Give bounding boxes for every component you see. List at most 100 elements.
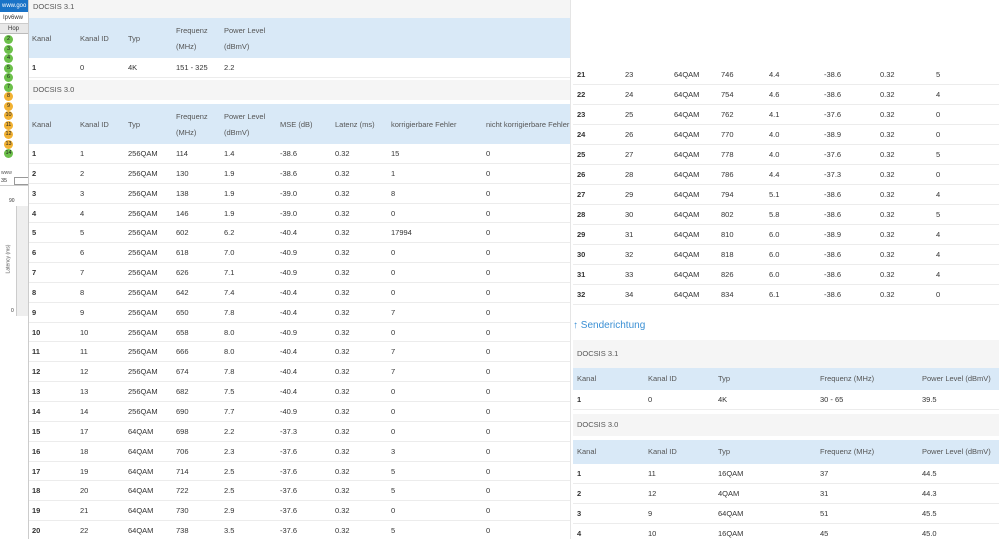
table-cell: 14 [80, 406, 89, 416]
table-cell: -37.6 [280, 466, 298, 476]
table-cell: 4.4 [769, 70, 780, 79]
table-cell: -40.4 [280, 387, 298, 397]
table-cell: 0 [486, 446, 491, 456]
table-cell: 9 [32, 307, 37, 317]
table-cell: 1 [577, 469, 582, 478]
table-cell: 7 [32, 268, 37, 278]
table-cell: 0 [936, 130, 941, 139]
table-cell: 4K [128, 63, 138, 72]
table-cell: 5.8 [769, 210, 780, 219]
downstream-docsis30-section: DOCSIS 3.0 Kanal Kanal ID Typ Frequenz (… [29, 80, 570, 539]
table-cell: 64QAM [128, 466, 154, 476]
table-cell: 5 [391, 466, 396, 476]
hop-number[interactable]: 12 [4, 130, 13, 139]
table-cell: 15 [391, 149, 400, 158]
table-row: 1 11 16QAM 37 44.5 [573, 464, 999, 484]
col-power: Power Level [224, 112, 266, 121]
table-cell: 31 [625, 230, 634, 239]
url-bar[interactable]: www.goo [0, 0, 28, 12]
table-cell: 0.32 [880, 290, 895, 299]
col-frequenz: Frequenz (MHz) [820, 447, 875, 456]
table-cell: 130 [176, 168, 189, 178]
table-cell: 64QAM [674, 230, 700, 239]
table-cell: -38.9 [824, 130, 842, 139]
table-cell: 642 [176, 287, 189, 297]
senderichtung-link[interactable]: ↑ Senderichtung [573, 318, 999, 334]
hop-number[interactable]: 5 [4, 63, 13, 73]
table-row: 17 19 64QAM 714 2.5 -37.6 0.32 5 0 [29, 462, 570, 482]
table-cell: 26 [625, 130, 634, 139]
table-cell: -40.4 [280, 367, 298, 377]
table-cell: 5 [32, 228, 37, 238]
table-cell: 18 [32, 486, 41, 496]
hop-number[interactable]: 6 [4, 73, 13, 82]
table-cell: 256QAM [128, 188, 158, 198]
table-row: 21 23 64QAM 746 4.4 -38.6 0.32 5 [573, 65, 999, 85]
table-cell: 8.0 [224, 347, 235, 357]
table-cell: 19 [80, 466, 89, 476]
table-cell: 1 [80, 149, 85, 158]
table-cell: 11 [80, 347, 88, 357]
table-row: 24 26 64QAM 770 4.0 -38.9 0.32 0 [573, 125, 999, 145]
table-cell: 32 [577, 290, 586, 299]
hop-number[interactable]: 3 [4, 44, 13, 54]
table-row: 32 34 64QAM 834 6.1 -38.6 0.32 0 [573, 285, 999, 305]
select-box[interactable] [14, 177, 28, 185]
table-cell: -38.6 [824, 210, 842, 219]
hop-number[interactable]: 8 [4, 92, 13, 101]
table-cell: 0 [486, 149, 491, 158]
table-cell: 6.0 [769, 230, 780, 239]
tab-ipv6[interactable]: Ipv6ww [0, 12, 28, 24]
table-cell: 7.5 [224, 387, 235, 397]
hop-number[interactable]: 13 [4, 139, 13, 149]
table-cell: 34 [625, 290, 634, 299]
table-row: 4 10 16QAM 45 45.0 [573, 524, 999, 539]
table-cell: 690 [176, 406, 189, 416]
table-cell: 7.1 [224, 268, 235, 278]
col-power-unit: (dBmV) [224, 128, 250, 137]
table-cell: 18 [80, 446, 89, 456]
table-cell: 666 [176, 347, 189, 357]
table-cell: 23 [577, 110, 586, 119]
table-cell: 618 [176, 248, 189, 258]
hop-number[interactable]: 2 [4, 35, 13, 44]
table-cell: 30 - 65 [820, 395, 844, 404]
hop-number[interactable]: 9 [4, 101, 13, 111]
table-cell: 0.32 [335, 466, 350, 476]
table-cell: 2.2 [224, 63, 235, 72]
table-cell: 0 [486, 168, 491, 178]
table-cell: 8.0 [224, 327, 235, 337]
table-row: 19 21 64QAM 730 2.9 -37.6 0.32 0 0 [29, 501, 570, 522]
table-cell: 3 [577, 509, 582, 518]
table-cell: 30 [577, 250, 586, 259]
table-cell: 770 [721, 130, 734, 139]
table-cell: 256QAM [128, 307, 158, 317]
hop-number[interactable]: 7 [4, 82, 13, 92]
hop-number[interactable]: 10 [4, 111, 13, 120]
ping-tool-panel: www.goo Ipv6ww Hop 2 3 4 5 6 7 8 9 10 11 12 13 14 ww… [0, 0, 29, 539]
table-cell: 7 [391, 307, 396, 317]
table-cell: 0 [391, 387, 396, 397]
table-header: Kanal Kanal ID Typ Frequenz (MHz) Power … [29, 104, 570, 144]
table-cell: 0 [648, 395, 653, 404]
table-header: Kanal Kanal ID Typ Frequenz (MHz) Power … [29, 18, 570, 58]
hop-number[interactable]: 4 [4, 54, 13, 63]
table-cell: 12 [80, 367, 89, 377]
hop-number[interactable]: 14 [4, 149, 13, 158]
table-cell: 256QAM [128, 406, 158, 416]
table-cell: -40.9 [280, 268, 298, 278]
col-frequenz-unit: (MHz) [176, 128, 197, 137]
table-row: 23 25 64QAM 762 4.1 -37.6 0.32 0 [573, 105, 999, 125]
table-cell: 64QAM [674, 130, 700, 139]
table-row: 30 32 64QAM 818 6.0 -38.6 0.32 4 [573, 245, 999, 265]
section-title: DOCSIS 3.1 [573, 340, 999, 368]
table-cell: 1.9 [224, 188, 235, 198]
table-cell: 5 [391, 526, 396, 536]
table-cell: 5 [936, 150, 941, 159]
table-cell: 33 [625, 270, 634, 279]
table-cell: -38.6 [824, 70, 842, 79]
section-title: DOCSIS 3.1 [29, 0, 570, 18]
hop-number[interactable]: 11 [4, 120, 13, 130]
table-row: 14 14 256QAM 690 7.7 -40.9 0.32 0 0 [29, 402, 570, 422]
table-cell: 2.9 [224, 506, 235, 516]
